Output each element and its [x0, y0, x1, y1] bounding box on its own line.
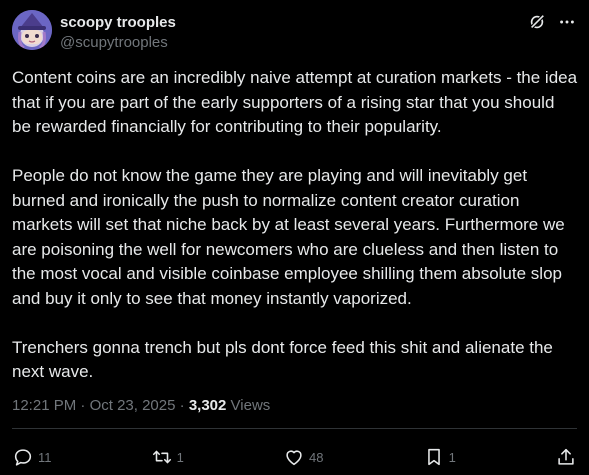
avatar[interactable] [12, 10, 52, 50]
avatar-image [12, 10, 52, 50]
more-icon[interactable] [557, 12, 577, 32]
reply-icon [14, 449, 32, 466]
author-names: scoopy trooples @scupytrooples [60, 13, 176, 53]
bookmark-count: 1 [448, 449, 456, 465]
share-button[interactable] [555, 446, 577, 468]
tweet-paragraph: People do not know the game they are pla… [12, 166, 565, 308]
share-icon [558, 448, 574, 465]
tweet-paragraph: Trenchers gonna trench but pls dont forc… [12, 337, 553, 382]
like-count: 48 [309, 449, 324, 465]
retweet-icon [152, 450, 171, 464]
meta-separator: · [76, 397, 90, 414]
bookmark-icon [427, 448, 440, 466]
tweet-paragraph: Content coins are an incredibly naive at… [12, 68, 578, 136]
like-button[interactable]: 48 [283, 446, 323, 468]
views-label: Views [230, 397, 271, 414]
views-count: 3,302 [188, 397, 227, 414]
top-actions [527, 12, 577, 32]
tweet-time[interactable]: 12:21 PM [12, 397, 76, 414]
action-bar: 11 1 48 1 [12, 444, 577, 470]
tweet: scoopy trooples @scupytrooples Content c… [0, 0, 589, 475]
tweet-date[interactable]: Oct 23, 2025 [90, 397, 176, 414]
reply-count: 11 [38, 449, 52, 465]
tweet-header: scoopy trooples @scupytrooples [12, 10, 577, 54]
handle[interactable]: @scupytrooples [60, 33, 176, 53]
divider [12, 428, 577, 429]
like-icon [286, 450, 302, 466]
retweet-count: 1 [176, 449, 184, 465]
bookmark-button[interactable]: 1 [423, 446, 456, 468]
grok-icon[interactable] [527, 12, 547, 32]
tweet-meta: 12:21 PM · Oct 23, 2025 · 3,302 Views [12, 396, 270, 416]
meta-separator: · [175, 397, 189, 414]
display-name[interactable]: scoopy trooples [60, 13, 176, 32]
reply-button[interactable]: 11 [12, 446, 52, 468]
retweet-button[interactable]: 1 [151, 446, 184, 468]
tweet-text: Content coins are an incredibly naive at… [12, 66, 578, 385]
